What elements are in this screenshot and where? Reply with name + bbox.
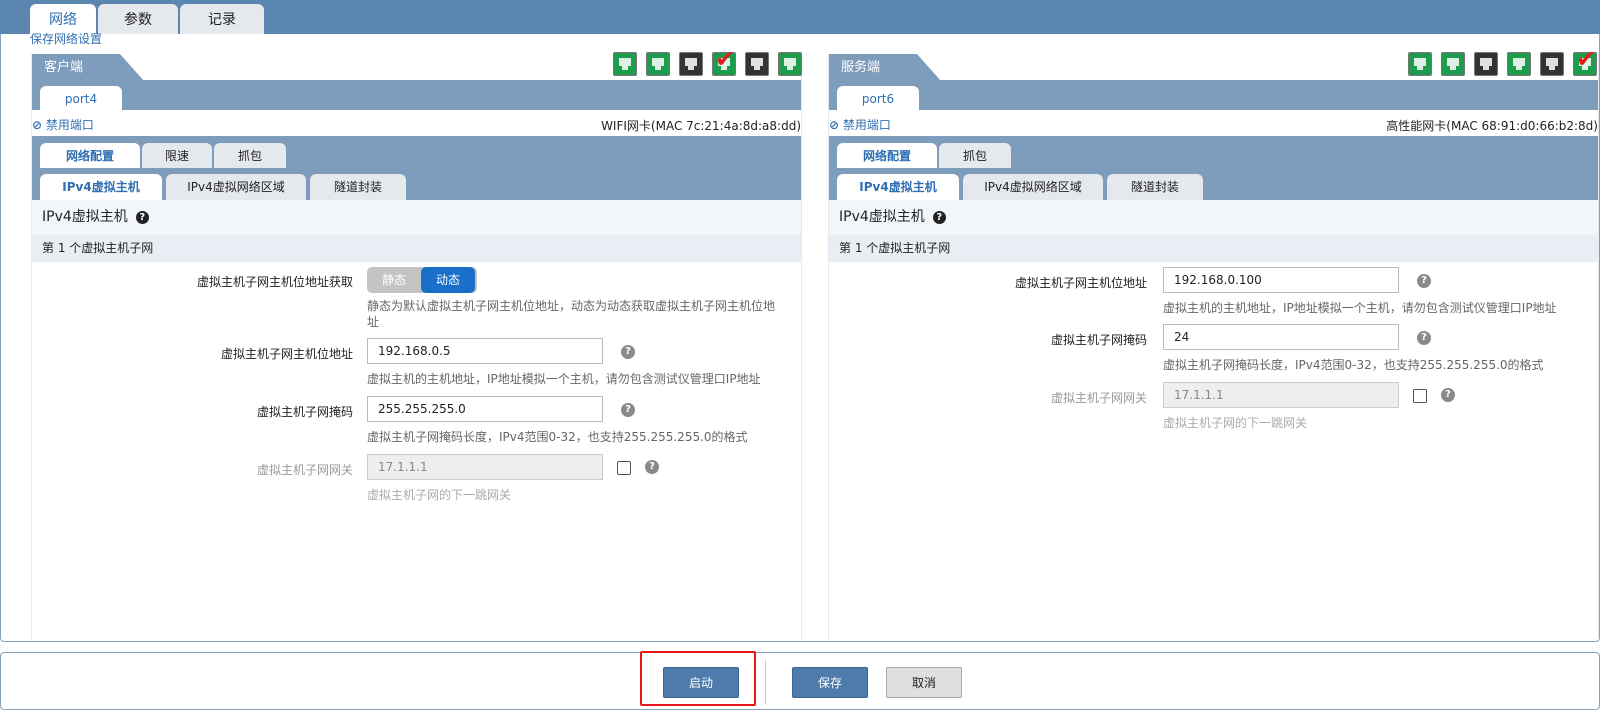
gateway-checkbox[interactable] bbox=[617, 461, 631, 475]
port-icons: ✔ bbox=[611, 45, 802, 80]
ban-icon: ⊘ bbox=[829, 118, 840, 132]
start-button[interactable]: 启动 bbox=[663, 667, 739, 698]
port-status-icon[interactable] bbox=[778, 52, 802, 76]
nic-info: WIFI网卡(MAC 7c:21:4a:8d:a8:dd) bbox=[601, 119, 801, 133]
help-icon[interactable]: ? bbox=[645, 460, 659, 474]
subtab-ipv4-host[interactable]: IPv4虚拟主机 bbox=[837, 174, 959, 200]
host-address-input[interactable]: 192.168.0.100 bbox=[1163, 267, 1399, 293]
save-network-link[interactable]: 保存网络设置 bbox=[30, 30, 102, 47]
subtab-tunnel[interactable]: 隧道封装 bbox=[1107, 174, 1203, 200]
panel-title: 服务端 bbox=[829, 54, 941, 81]
client-panel: 客户端 ✔ port4 ⊘ 禁用端口 WIFI网卡(MAC 7c:21:4a:8… bbox=[31, 45, 802, 640]
tab-network-config[interactable]: 网络配置 bbox=[837, 143, 937, 168]
tab-params[interactable]: 参数 bbox=[98, 4, 178, 34]
toggle-static[interactable]: 静态 bbox=[367, 267, 421, 293]
gateway-label: 虚拟主机子网网关 bbox=[1050, 391, 1147, 405]
section-title-text: IPv4虚拟主机 bbox=[42, 209, 128, 225]
mask-label: 虚拟主机子网掩码 bbox=[1050, 333, 1147, 347]
port-status-icon[interactable] bbox=[646, 52, 670, 76]
disable-port-label: 禁用端口 bbox=[842, 118, 891, 132]
port-status-icon[interactable] bbox=[613, 52, 637, 76]
subnet-title: 第 1 个虚拟主机子网 bbox=[829, 235, 1598, 262]
port-status-icon[interactable] bbox=[1408, 52, 1432, 76]
gateway-label: 虚拟主机子网网关 bbox=[256, 463, 353, 477]
section-title-text: IPv4虚拟主机 bbox=[839, 209, 925, 225]
toggle-dynamic[interactable]: 动态 bbox=[421, 267, 475, 293]
subtab-tunnel[interactable]: 隧道封装 bbox=[310, 174, 406, 200]
help-icon[interactable]: ? bbox=[932, 210, 946, 224]
subtab-ipv4-zone[interactable]: IPv4虚拟网络区域 bbox=[166, 174, 306, 200]
server-panel: 服务端 ✔ port6 ⊘ 禁用端口 高性能网卡(MAC 68:91:d0:66… bbox=[828, 45, 1599, 640]
subnet-title: 第 1 个虚拟主机子网 bbox=[32, 235, 801, 262]
port-tab[interactable]: port6 bbox=[837, 86, 919, 110]
port-status-icon[interactable] bbox=[1540, 52, 1564, 76]
port-bar: port6 bbox=[829, 80, 1598, 110]
divider bbox=[765, 660, 766, 704]
subnet-mask-input[interactable]: 24 bbox=[1163, 324, 1399, 350]
host-address-input[interactable]: 192.168.0.5 bbox=[367, 338, 603, 364]
checkmark-icon: ✔ bbox=[715, 45, 736, 73]
help-icon[interactable]: ? bbox=[621, 345, 635, 359]
section-title: IPv4虚拟主机? bbox=[32, 200, 801, 235]
checkmark-icon: ✔ bbox=[1576, 45, 1597, 73]
help-icon[interactable]: ? bbox=[1417, 274, 1431, 288]
disable-port-label: 禁用端口 bbox=[45, 118, 94, 132]
port-icons: ✔ bbox=[1406, 45, 1598, 80]
mask-label: 虚拟主机子网掩码 bbox=[256, 405, 353, 419]
port-status-icon[interactable] bbox=[1441, 52, 1465, 76]
config-tabs: 网络配置 抓包 IPv4虚拟主机 IPv4虚拟网络区域 隧道封装 bbox=[829, 136, 1598, 200]
port-status-icon[interactable] bbox=[679, 52, 703, 76]
help-icon[interactable]: ? bbox=[621, 403, 635, 417]
subnet-mask-input[interactable]: 255.255.255.0 bbox=[367, 396, 603, 422]
gateway-input[interactable]: 17.1.1.1 bbox=[1163, 382, 1399, 408]
help-icon[interactable]: ? bbox=[1441, 388, 1455, 402]
help-icon[interactable]: ? bbox=[1417, 331, 1431, 345]
host-hint: 虚拟主机的主机地址，IP地址模拟一个主机，请勿包含测试仪管理口IP地址 bbox=[1163, 301, 1557, 315]
mask-hint: 虚拟主机子网掩码长度，IPv4范围0-32，也支持255.255.255.0的格… bbox=[1163, 358, 1544, 372]
port-status-icon[interactable] bbox=[745, 52, 769, 76]
port-tab[interactable]: port4 bbox=[40, 86, 122, 110]
tab-rate-limit[interactable]: 限速 bbox=[142, 143, 212, 168]
tab-network-config[interactable]: 网络配置 bbox=[40, 143, 140, 168]
save-button[interactable]: 保存 bbox=[792, 667, 868, 698]
section-title: IPv4虚拟主机? bbox=[829, 200, 1598, 235]
mask-hint: 虚拟主机子网掩码长度，IPv4范围0-32，也支持255.255.255.0的格… bbox=[367, 430, 748, 444]
gateway-input[interactable]: 17.1.1.1 bbox=[367, 454, 603, 480]
host-label: 虚拟主机子网主机位地址 bbox=[220, 347, 353, 361]
host-hint: 虚拟主机的主机地址，IP地址模拟一个主机，请勿包含测试仪管理口IP地址 bbox=[367, 372, 761, 386]
mode-label: 虚拟主机子网主机位地址获取 bbox=[196, 275, 353, 289]
nic-info: 高性能网卡(MAC 68:91:d0:66:b2:8d) bbox=[1386, 119, 1598, 133]
tab-capture[interactable]: 抓包 bbox=[939, 143, 1011, 168]
panel-title: 客户端 bbox=[32, 54, 144, 81]
mode-toggle[interactable]: 静态 动态 bbox=[367, 267, 477, 293]
cancel-button[interactable]: 取消 bbox=[886, 667, 962, 698]
port-status-icon[interactable] bbox=[1474, 52, 1498, 76]
tab-records[interactable]: 记录 bbox=[180, 4, 264, 34]
subtab-ipv4-host[interactable]: IPv4虚拟主机 bbox=[40, 174, 162, 200]
help-icon[interactable]: ? bbox=[135, 210, 149, 224]
mode-hint: 静态为默认虚拟主机子网主机位地址，动态为动态获取虚拟主机子网主机位地址 bbox=[367, 299, 776, 329]
tab-capture[interactable]: 抓包 bbox=[214, 143, 286, 168]
gateway-hint: 虚拟主机子网的下一跳网关 bbox=[1163, 416, 1308, 430]
config-tabs: 网络配置 限速 抓包 IPv4虚拟主机 IPv4虚拟网络区域 隧道封装 bbox=[32, 136, 801, 200]
port-status-icon[interactable] bbox=[1507, 52, 1531, 76]
port-status-icon[interactable]: ✔ bbox=[712, 45, 736, 76]
port-bar: port4 bbox=[32, 80, 801, 110]
gateway-checkbox[interactable] bbox=[1413, 389, 1427, 403]
disable-port-link[interactable]: ⊘ 禁用端口 bbox=[32, 116, 94, 133]
disable-port-link[interactable]: ⊘ 禁用端口 bbox=[829, 116, 891, 133]
ban-icon: ⊘ bbox=[32, 118, 43, 132]
port-status-icon[interactable]: ✔ bbox=[1573, 45, 1597, 76]
host-label: 虚拟主机子网主机位地址 bbox=[1014, 276, 1147, 290]
gateway-hint: 虚拟主机子网的下一跳网关 bbox=[367, 488, 512, 502]
subtab-ipv4-zone[interactable]: IPv4虚拟网络区域 bbox=[963, 174, 1103, 200]
